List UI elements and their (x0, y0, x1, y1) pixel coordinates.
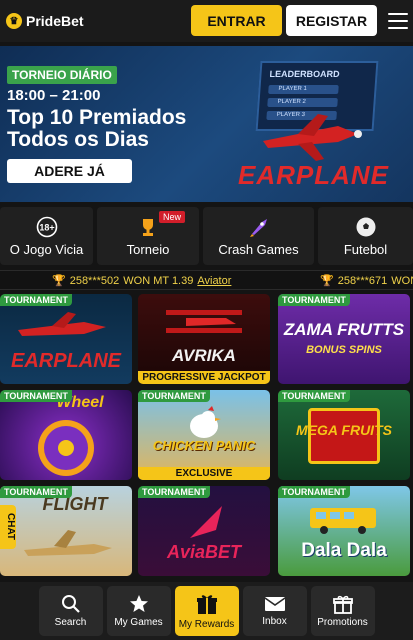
tournament-tag: TOURNAMENT (138, 486, 210, 498)
propeller-plane-icon (24, 530, 112, 556)
game-tile[interactable]: TOURNAMENT MEGA FRUITS (278, 390, 410, 480)
tournament-tag: TOURNAMENT (278, 294, 350, 306)
banner-tag: TORNEIO DIÁRIO (7, 66, 117, 84)
game-title: EARPLANE (10, 350, 121, 372)
game-subtitle: BONUS SPINS (306, 344, 382, 356)
register-button[interactable]: REGISTAR (286, 5, 377, 36)
tournament-tag: TOURNAMENT (278, 486, 350, 498)
game-title: CHICKEN PANIC (152, 438, 256, 453)
game-subtitle: PROGRESSIVE JACKPOT (138, 371, 270, 384)
game-tile[interactable]: TOURNAMENT Wheel (0, 390, 132, 480)
game-tile[interactable]: TOURNAMENT ZAMA FRUTTS BONUS SPINS (278, 294, 410, 384)
category-item[interactable]: New Torneio (97, 207, 199, 265)
top-header: ♛ PrideBet ENTRAR REGISTAR (0, 0, 413, 42)
search-icon (61, 595, 80, 613)
new-badge: New (158, 211, 185, 223)
winners-ticker: 🏆 258***502 WON MT 1.39 Aviator 🏆 258***… (0, 270, 413, 290)
game-title: AVRIKA (172, 346, 236, 365)
game-tile[interactable]: TOURNAMENT FLIGHT (0, 486, 132, 576)
banner-title-line1: Top 10 Premiados (7, 106, 187, 129)
game-tile[interactable]: TOURNAMENT AviaBET (138, 486, 270, 576)
tournament-tag: TOURNAMENT (0, 486, 72, 498)
hamburger-menu-icon[interactable] (388, 13, 408, 29)
wheel-icon (38, 420, 94, 476)
18-plus-icon: 18+ (36, 216, 58, 238)
game-title: MEGA FRUITS (296, 422, 392, 438)
banner-cta-button[interactable]: ADERE JÁ (7, 159, 132, 183)
category-item[interactable]: Futebol (318, 207, 413, 265)
category-bar: 18+ O Jogo Vicia New Torneio Crash Games… (0, 207, 413, 265)
game-tile[interactable]: TOURNAMENT Dala Dala (278, 486, 410, 576)
nav-search[interactable]: Search (38, 586, 103, 636)
category-label: Futebol (343, 241, 388, 257)
tournament-tag: TOURNAMENT (278, 390, 350, 402)
trophy-icon: 🏆 (52, 275, 66, 287)
ticker-text: WON (391, 274, 413, 287)
biplane-icon (166, 310, 242, 333)
lion-logo-icon: ♛ (6, 13, 22, 29)
nav-my-rewards[interactable]: My Rewards (174, 586, 239, 636)
category-label: Torneio (126, 241, 170, 257)
present-icon (332, 595, 353, 614)
promo-banner[interactable]: TORNEIO DIÁRIO 18:00 – 21:00 Top 10 Prem… (0, 46, 413, 202)
banner-title-line2: Todos os Dias (7, 128, 149, 151)
nav-label: Promotions (317, 617, 368, 628)
nav-label: My Games (114, 617, 163, 628)
trophy-icon: 🏆 (320, 275, 334, 287)
trophy-icon (137, 216, 159, 238)
category-item[interactable]: 18+ O Jogo Vicia (0, 207, 93, 265)
red-plane-icon (263, 114, 362, 161)
game-tile[interactable]: TOURNAMENT CHICKEN PANIC EXCLUSIVE (138, 390, 270, 480)
game-subtitle: EXCLUSIVE (138, 467, 270, 480)
nav-label: Search (54, 617, 87, 628)
leaderboard-title: LEADERBOARD (269, 69, 340, 79)
ticker-user: 258***671 (337, 274, 388, 287)
ticker-item: 🏆 258***671 WON (320, 274, 413, 288)
mail-icon (264, 597, 285, 611)
tournament-tag: TOURNAMENT (0, 390, 72, 402)
ticker-item: 🏆 258***502 WON MT 1.39 Aviator (52, 274, 231, 288)
category-label: O Jogo Vicia (9, 241, 84, 257)
ticker-user: 258***502 (69, 274, 120, 287)
leaderboard-row: PLAYER 1 (268, 85, 339, 94)
game-tile[interactable]: AVRIKA PROGRESSIVE JACKPOT (138, 294, 270, 384)
category-label: Crash Games (218, 241, 299, 257)
tournament-tag: TOURNAMENT (138, 390, 210, 402)
nav-my-games[interactable]: My Games (106, 586, 171, 636)
bottom-nav: Search My Games My Rewards Inbox Promoti… (0, 582, 413, 640)
rocket-icon (248, 216, 270, 238)
ticker-text: WON MT 1.39 (123, 274, 194, 287)
nav-label: Inbox (262, 616, 287, 627)
game-title: ZAMA FRUTTS (283, 320, 405, 339)
banner-game-name: EARPLANE (238, 160, 390, 190)
nav-label: My Rewards (178, 619, 235, 630)
ticker-game-link[interactable]: Aviator (197, 275, 231, 287)
red-arrow-plane-icon (190, 506, 222, 538)
banner-time: 18:00 – 21:00 (7, 87, 101, 104)
soccer-ball-icon (355, 216, 377, 238)
logo-text: PrideBet (26, 13, 84, 29)
tournament-tag: TOURNAMENT (0, 294, 72, 306)
logo[interactable]: ♛ PrideBet (6, 13, 84, 29)
category-item[interactable]: Crash Games (203, 207, 314, 265)
nav-promotions[interactable]: Promotions (310, 586, 375, 636)
login-button[interactable]: ENTRAR (191, 5, 282, 36)
gift-icon (196, 595, 217, 614)
star-icon (129, 595, 148, 612)
game-tile[interactable]: TOURNAMENT EARPLANE (0, 294, 132, 384)
minibus-icon (310, 508, 376, 534)
nav-inbox[interactable]: Inbox (242, 586, 307, 636)
svg-text:18+: 18+ (39, 222, 54, 232)
game-title: AviaBET (166, 542, 242, 562)
chicken-icon (190, 406, 221, 438)
chat-tab[interactable]: CHAT (0, 505, 16, 549)
plane-icon (18, 312, 106, 336)
game-title: Dala Dala (301, 540, 387, 561)
